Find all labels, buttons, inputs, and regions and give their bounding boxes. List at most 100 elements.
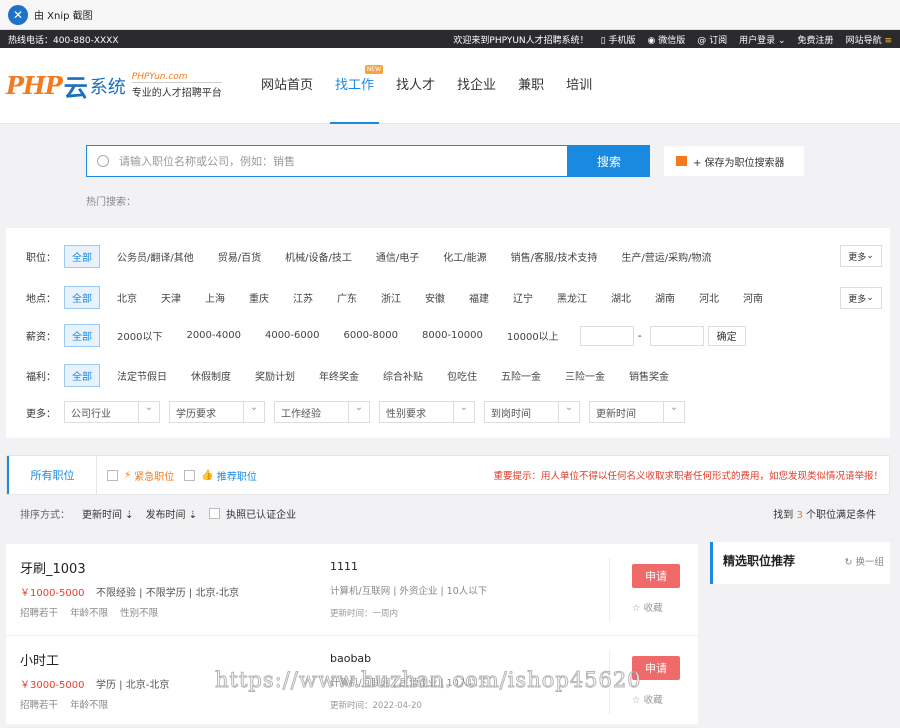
filter-dropdown[interactable]: 更新时间 (589, 401, 685, 423)
job-category-option[interactable]: 全部 (64, 245, 100, 268)
salary-min-input[interactable] (579, 325, 634, 346)
company-name[interactable]: 1111 (330, 560, 358, 573)
search-row: 请输入职位名称或公司，例如：销售 搜索 (86, 145, 650, 177)
urgent-filter[interactable]: ⚡ 紧急职位 (107, 468, 174, 483)
filter-dropdown[interactable]: 工作经验 (274, 401, 370, 423)
more-job-button[interactable]: 更多 ⌄ (840, 245, 882, 267)
nav-find-talent[interactable]: 找人才 (385, 48, 446, 124)
welfare-option[interactable]: 销售奖金 (622, 365, 676, 386)
nav-training[interactable]: 培训 (555, 48, 603, 124)
location-option[interactable]: 黑龙江 (550, 287, 594, 308)
job-category-option[interactable]: 生产/营运/采购/物流 (614, 246, 718, 267)
welfare-option[interactable]: 休假制度 (184, 365, 238, 386)
welfare-option[interactable]: 综合补贴 (376, 365, 430, 386)
star-icon: ☆ (632, 603, 641, 614)
salary-option[interactable]: 2000-4000 (179, 327, 248, 344)
welfare-option[interactable]: 年终奖金 (312, 365, 366, 386)
search-input[interactable]: 请输入职位名称或公司，例如：销售 (86, 145, 568, 177)
star-icon: ☆ (632, 695, 641, 706)
window-title: 由 Xnip 截图 (34, 11, 93, 22)
more-location-button[interactable]: 更多 ⌄ (840, 287, 882, 309)
save-search-button[interactable]: + 保存为职位搜索器 (664, 146, 804, 176)
subscribe-link[interactable]: @ 订阅 (697, 33, 727, 46)
apply-button[interactable]: 申请 (632, 564, 680, 588)
top-bar: 热线电话：400-880-XXXX 欢迎来到PHPYUN人才招聘系统！ ▯ 手机… (0, 30, 900, 48)
nav-home[interactable]: 网站首页 (250, 48, 324, 124)
favorite-button[interactable]: ☆ 收藏 (632, 692, 663, 706)
verified-filter[interactable]: 执照已认证企业 (209, 506, 296, 521)
filter-row-more: 更多： 公司行业学历要求工作经验性别要求到岗时间更新时间 (6, 401, 694, 423)
location-option[interactable]: 重庆 (242, 287, 276, 308)
favorite-button[interactable]: ☆ 收藏 (632, 600, 663, 614)
job-title[interactable]: 牙刷_1003 (20, 558, 86, 577)
save-icon (676, 156, 687, 166)
welfare-option[interactable]: 三险一金 (558, 365, 612, 386)
nav-find-job[interactable]: 找工作 NEW (324, 48, 385, 124)
job-meta: 不限经验 | 不限学历 | 北京-北京 (96, 588, 240, 599)
salary-max-input[interactable] (649, 325, 704, 346)
job-category-option[interactable]: 通信/电子 (369, 246, 426, 267)
main-nav: 网站首页 找工作 NEW 找人才 找企业 兼职 培训 (250, 48, 603, 124)
salary-option[interactable]: 2000以下 (110, 325, 169, 346)
watermark: https://www.huzhan.com/ishop45620 (215, 668, 642, 693)
salary-option[interactable]: 4000-6000 (258, 327, 327, 344)
recommend-filter[interactable]: 👍 推荐职位 (184, 468, 257, 483)
welfare-option[interactable]: 法定节假日 (110, 365, 174, 386)
job-category-option[interactable]: 销售/客服/技术支持 (504, 246, 605, 267)
welfare-option[interactable]: 奖励计划 (248, 365, 302, 386)
mobile-link[interactable]: ▯ 手机版 (601, 33, 636, 46)
location-option[interactable]: 北京 (110, 287, 144, 308)
location-option[interactable]: 江苏 (286, 287, 320, 308)
location-option[interactable]: 浙江 (374, 287, 408, 308)
job-category-option[interactable]: 公务员/翻译/其他 (110, 246, 201, 267)
location-option[interactable]: 河北 (692, 287, 726, 308)
filter-dropdown[interactable]: 性别要求 (379, 401, 475, 423)
job-category-option[interactable]: 贸易/百货 (211, 246, 268, 267)
job-title[interactable]: 小时工 (20, 650, 59, 669)
tab-all-jobs[interactable]: 所有职位 (7, 456, 97, 494)
location-option[interactable]: 辽宁 (506, 287, 540, 308)
location-option[interactable]: 湖北 (604, 287, 638, 308)
result-count: 找到 3 个职位满足条件 (773, 509, 876, 521)
salary-option[interactable]: 全部 (64, 324, 100, 347)
filter-dropdown[interactable]: 学历要求 (169, 401, 265, 423)
salary-option[interactable]: 8000-10000 (415, 327, 490, 344)
sitenav-menu[interactable]: 网站导航 ≡ (846, 33, 892, 46)
site-logo[interactable]: PHP 云系统 PHPYun.com 专业的人才招聘平台 (6, 68, 222, 103)
location-option[interactable]: 上海 (198, 287, 232, 308)
salary-option[interactable]: 6000-8000 (336, 327, 405, 344)
search-button[interactable]: 搜索 (568, 145, 650, 177)
company-name[interactable]: baobab (330, 652, 371, 665)
refresh-button[interactable]: ↻ 换一组 (844, 554, 884, 568)
location-option[interactable]: 福建 (462, 287, 496, 308)
hotline-text: 热线电话：400-880-XXXX (8, 35, 119, 46)
welfare-option[interactable]: 全部 (64, 364, 100, 387)
job-item[interactable]: 牙刷_1003 ￥1000-5000 不限经验 | 不限学历 | 北京-北京 招… (6, 544, 698, 636)
register-link[interactable]: 免费注册 (798, 33, 834, 46)
location-option[interactable]: 安徽 (418, 287, 452, 308)
location-option[interactable]: 天津 (154, 287, 188, 308)
welfare-option[interactable]: 包吃住 (440, 365, 484, 386)
welfare-option[interactable]: 五险一金 (494, 365, 548, 386)
location-option[interactable]: 广东 (330, 287, 364, 308)
login-menu[interactable]: 用户登录 ⌄ (739, 33, 785, 46)
sort-update[interactable]: 更新时间 ⇣ (82, 506, 134, 521)
filter-dropdown[interactable]: 公司行业 (64, 401, 160, 423)
salary-option[interactable]: 10000以上 (500, 325, 566, 346)
hot-search-label: 热门搜索： (86, 197, 136, 208)
recommend-title: 精选职位推荐 (723, 554, 796, 568)
job-category-option[interactable]: 化工/能源 (436, 246, 493, 267)
location-option[interactable]: 全部 (64, 286, 100, 309)
salary-confirm-button[interactable]: 确定 (707, 325, 746, 346)
checkbox (184, 469, 196, 481)
filter-dropdown[interactable]: 到岗时间 (484, 401, 580, 423)
sort-publish[interactable]: 发布时间 ⇣ (146, 506, 198, 521)
nav-part-time[interactable]: 兼职 (507, 48, 555, 124)
job-category-option[interactable]: 机械/设备/技工 (278, 246, 359, 267)
location-option[interactable]: 河南 (736, 287, 770, 308)
location-option[interactable]: 湖南 (648, 287, 682, 308)
nav-find-company[interactable]: 找企业 (446, 48, 507, 124)
wechat-link[interactable]: ◉ 微信版 (648, 33, 686, 46)
thumb-icon: 👍 (201, 469, 214, 481)
job-updated: 更新时间：2022-04-20 (330, 701, 422, 711)
